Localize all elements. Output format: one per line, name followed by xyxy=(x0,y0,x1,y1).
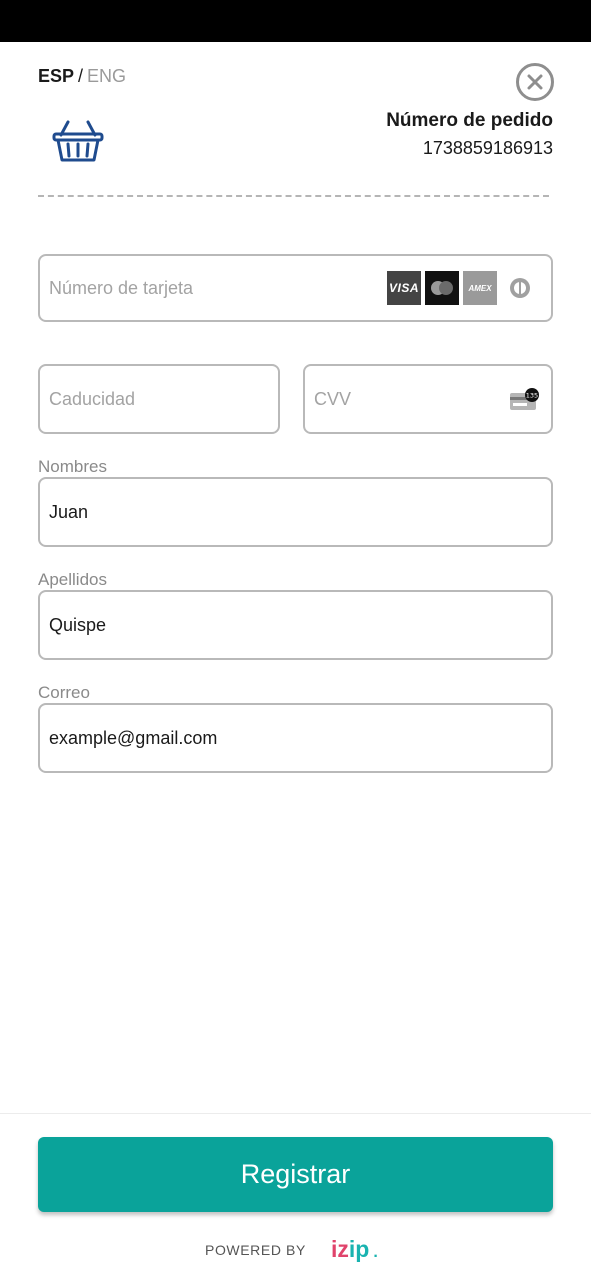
name-field[interactable] xyxy=(38,477,553,547)
language-separator: / xyxy=(78,66,84,86)
cvv-input[interactable] xyxy=(314,366,494,432)
amex-icon: AMEX xyxy=(463,271,497,305)
dashed-divider xyxy=(38,195,549,197)
name-label: Nombres xyxy=(38,457,107,476)
lastname-label: Apellidos xyxy=(38,570,107,589)
cvv-card-icon: 135 xyxy=(510,388,539,410)
visa-icon: VISA xyxy=(387,271,421,305)
cvv-field[interactable]: 135 xyxy=(303,364,553,434)
card-brands: VISA AMEX xyxy=(383,270,537,306)
footer-divider xyxy=(0,1113,591,1114)
izip-logo: izip. xyxy=(331,1236,378,1263)
mastercard-icon xyxy=(425,271,459,305)
lastname-field[interactable] xyxy=(38,590,553,660)
expiry-input[interactable] xyxy=(49,366,269,432)
card-number-input[interactable] xyxy=(49,256,389,320)
card-number-field[interactable]: VISA AMEX xyxy=(38,254,553,322)
close-icon xyxy=(527,74,543,90)
expiry-field[interactable] xyxy=(38,364,280,434)
register-button[interactable]: Registrar xyxy=(38,1137,553,1212)
email-field[interactable] xyxy=(38,703,553,773)
powered-by-text: POWERED BY xyxy=(205,1242,306,1258)
payment-page: ESP/ENG Número de pedido 1738859186913 V… xyxy=(0,0,591,1280)
language-eng[interactable]: ENG xyxy=(87,66,126,86)
order-label: Número de pedido xyxy=(386,110,553,131)
diners-icon xyxy=(503,271,537,305)
cvv-icon-number: 135 xyxy=(526,392,538,400)
email-input[interactable] xyxy=(49,705,539,771)
logo-part-2: ip xyxy=(348,1236,370,1262)
basket-icon xyxy=(52,120,104,162)
email-label: Correo xyxy=(38,683,90,702)
order-number: 1738859186913 xyxy=(422,138,553,158)
status-bar xyxy=(0,0,591,42)
lastname-input[interactable] xyxy=(49,592,539,658)
name-input[interactable] xyxy=(49,479,539,545)
language-switcher: ESP / ENG xyxy=(38,66,126,87)
close-button[interactable] xyxy=(516,63,554,101)
language-esp[interactable]: ESP xyxy=(38,66,74,86)
logo-dot: . xyxy=(373,1244,378,1261)
logo-part-1: iz xyxy=(331,1236,349,1262)
